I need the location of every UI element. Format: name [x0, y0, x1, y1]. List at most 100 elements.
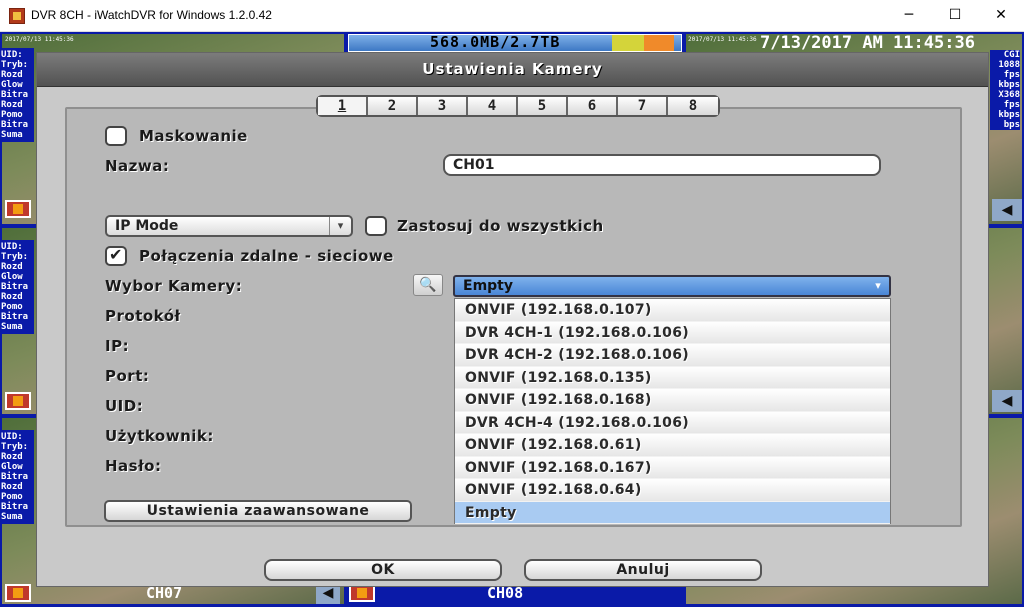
storage-usage-text: 568.0MB/2.7TB [430, 33, 561, 51]
protocol-label: Protokół [105, 307, 181, 325]
camera-dropdown-list: ONVIF (192.168.0.107) DVR 4CH-1 (192.168… [454, 298, 891, 524]
tab-channel-8[interactable]: 8 [668, 97, 718, 115]
overlay-line: Pomo [1, 492, 23, 502]
overlay-line: Rozd [1, 292, 23, 302]
overlay-line: Bitra [1, 502, 29, 512]
camera-option[interactable]: ONVIF (192.168.0.61) [455, 434, 890, 457]
overlay-line: Suma [1, 512, 23, 522]
overlay-line: Rozd [1, 70, 23, 80]
overlay-line: 1088 [998, 60, 1020, 70]
minimize-button[interactable]: ─ [886, 0, 932, 31]
storage-indicator-yellow [612, 35, 644, 51]
overlay-line: Tryb: [1, 252, 29, 262]
chevron-down-icon: ▾ [329, 217, 351, 235]
overlay-line: kbps [998, 110, 1020, 120]
user-label: Użytkownik: [105, 427, 214, 445]
channel-tabs: 1 2 3 4 5 6 7 8 [316, 95, 720, 117]
dialog-header: Ustawienia Kamery [37, 53, 988, 87]
overlay-line: bps [1003, 120, 1020, 130]
overlay-line: CGI [1003, 50, 1020, 60]
overlay-line: UID: [1, 242, 23, 252]
overlay-line: fps [1003, 70, 1020, 80]
advanced-settings-button[interactable]: Ustawienia zaawansowane [104, 500, 412, 522]
tab-channel-4[interactable]: 4 [468, 97, 518, 115]
apply-all-label: Zastosuj do wszystkich [397, 217, 604, 235]
tab-channel-5[interactable]: 5 [518, 97, 568, 115]
masking-checkbox[interactable] [105, 126, 127, 146]
storage-indicator-orange [644, 35, 674, 51]
camera-info-overlay-left-2: UID: Tryb: Rozd Glow Bitra Rozd Pomo Bit… [0, 240, 34, 334]
uid-label: UID: [105, 397, 144, 415]
tab-channel-3[interactable]: 3 [418, 97, 468, 115]
app-logo-icon [9, 8, 25, 24]
camera-info-overlay-right: CGI 1088 fps kbps X368 fps kbps bps [990, 50, 1020, 130]
overlay-line: Rozd [1, 482, 23, 492]
tab-channel-6[interactable]: 6 [568, 97, 618, 115]
search-icon: 🔍 [419, 277, 437, 293]
overlay-line: Pomo [1, 110, 23, 120]
tab-channel-2[interactable]: 2 [368, 97, 418, 115]
overlay-line: Bitra [1, 120, 29, 130]
name-label: Nazwa: [105, 157, 170, 175]
window-titlebar: DVR 8CH - iWatchDVR for Windows 1.2.0.42… [0, 0, 1024, 32]
record-film-icon[interactable] [5, 392, 31, 410]
maximize-button[interactable]: ☐ [932, 0, 978, 31]
record-film-icon[interactable] [5, 200, 31, 218]
search-camera-button[interactable]: 🔍 [413, 274, 443, 296]
camera-select[interactable]: Empty ▾ [453, 275, 891, 297]
cancel-button[interactable]: Anuluj [524, 559, 762, 581]
camera-select-value: Empty [463, 278, 513, 294]
overlay-line: Rozd [1, 452, 23, 462]
speaker-icon[interactable]: ◀ [992, 199, 1022, 221]
camera-option-selected[interactable]: Empty [455, 501, 890, 524]
overlay-line: Bitra [1, 472, 29, 482]
speaker-icon[interactable]: ◀ [992, 390, 1022, 412]
remote-connection-label: Połączenia zdalne - sieciowe [139, 247, 394, 265]
tab-channel-7[interactable]: 7 [618, 97, 668, 115]
overlay-line: Rozd [1, 262, 23, 272]
camera-option[interactable]: ONVIF (192.168.0.64) [455, 479, 890, 502]
overlay-line: Bitra [1, 312, 29, 322]
camera-option[interactable]: DVR 4CH-2 (192.168.0.106) [455, 344, 890, 367]
window-title: DVR 8CH - iWatchDVR for Windows 1.2.0.42 [31, 8, 272, 22]
mode-select-value: IP Mode [115, 218, 179, 234]
camera-info-overlay-left: UID: Tryb: Rozd Glow Bitra Rozd Pomo Bit… [0, 48, 34, 142]
dialog-title: Ustawienia Kamery [422, 60, 603, 78]
overlay-line: Suma [1, 322, 23, 332]
close-window-button[interactable]: ✕ [978, 0, 1024, 31]
password-label: Hasło: [105, 457, 162, 475]
overlay-line: Glow [1, 80, 23, 90]
chevron-down-icon: ▾ [875, 279, 881, 292]
overlay-line: Tryb: [1, 60, 29, 70]
overlay-line: Suma [1, 130, 23, 140]
camera-option[interactable]: ONVIF (192.168.0.107) [455, 299, 890, 322]
camera-option[interactable]: ONVIF (192.168.0.168) [455, 389, 890, 412]
apply-all-checkbox[interactable] [365, 216, 387, 236]
mode-select[interactable]: IP Mode ▾ [105, 215, 353, 237]
camera-option[interactable]: DVR 4CH-1 (192.168.0.106) [455, 321, 890, 344]
camera-name-field[interactable]: CH01 [443, 154, 881, 176]
camera-option[interactable]: DVR 4CH-4 (192.168.0.106) [455, 411, 890, 434]
camera-info-overlay-left-3: UID: Tryb: Rozd Glow Bitra Rozd Pomo Bit… [0, 430, 34, 524]
overlay-line: UID: [1, 50, 23, 60]
camera-option[interactable]: ONVIF (192.168.0.167) [455, 456, 890, 479]
overlay-line: Glow [1, 272, 23, 282]
camera-settings-dialog: Ustawienia Kamery 1 2 3 4 5 6 7 8 Maskow… [36, 52, 989, 587]
masking-label: Maskowanie [139, 127, 248, 145]
remote-connection-checkbox[interactable] [105, 245, 127, 266]
tab-channel-1[interactable]: 1 [318, 97, 368, 115]
overlay-line: Pomo [1, 302, 23, 312]
port-label: Port: [105, 367, 150, 385]
overlay-line: fps [1003, 100, 1020, 110]
overlay-line: UID: [1, 432, 23, 442]
ok-button[interactable]: OK [264, 559, 502, 581]
camera-choice-label: Wybor Kamery: [105, 277, 243, 295]
overlay-line: Bitra [1, 282, 29, 292]
record-film-icon[interactable] [5, 584, 31, 602]
overlay-line: Tryb: [1, 442, 29, 452]
ip-label: IP: [105, 337, 130, 355]
camera-timestamp: 2017/07/13 11:45:36 [5, 36, 74, 43]
camera-option[interactable]: ONVIF (192.168.0.135) [455, 366, 890, 389]
camera-timestamp-top: 2017/07/13 11:45:36 [688, 36, 757, 43]
overlay-line: Rozd [1, 100, 23, 110]
